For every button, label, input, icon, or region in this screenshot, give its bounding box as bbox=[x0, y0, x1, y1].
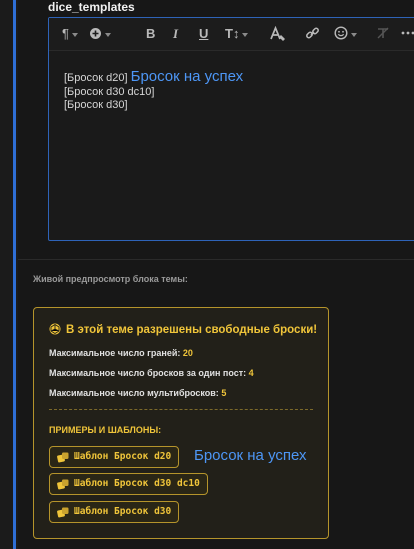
preview-label: Живой предпросмотр блока темы: bbox=[33, 274, 188, 284]
row-label: Максимальное число граней: bbox=[49, 348, 181, 358]
rich-text-editor[interactable]: ¶ B I U T↕ [Бросок d20] Бросок на успех … bbox=[48, 17, 414, 241]
panel-title: В этой теме разрешены свободные броски! bbox=[49, 323, 317, 336]
dice-pair-icon bbox=[57, 452, 69, 463]
paragraph-icon[interactable]: ¶ bbox=[62, 26, 78, 42]
row-label: Максимальное число мультибросков: bbox=[49, 388, 219, 398]
underline-icon[interactable]: U bbox=[199, 26, 208, 42]
chip-label: Шаблон Бросок d30 bbox=[74, 506, 172, 517]
template-chip-d30[interactable]: Шаблон Бросок d30 bbox=[49, 501, 180, 523]
template-chip-d20[interactable]: Шаблон Бросок d20 bbox=[49, 446, 180, 468]
row-value: 4 bbox=[248, 368, 254, 378]
template-chip-d30-dc10[interactable]: Шаблон Бросок d30 dc10 bbox=[49, 473, 208, 495]
editor-content[interactable]: [Бросок d20] Бросок на успех [Бросок d30… bbox=[64, 68, 244, 113]
field-title: dice_templates bbox=[48, 0, 135, 14]
emoji-icon[interactable] bbox=[334, 26, 357, 42]
bold-icon[interactable]: B bbox=[146, 26, 155, 42]
editor-line: [Бросок d20] Бросок на успех bbox=[64, 68, 244, 86]
plus-circle-icon[interactable] bbox=[89, 26, 111, 42]
chip-label: Шаблон Бросок d30 dc10 bbox=[74, 478, 200, 489]
dice-preview-panel: В этой теме разрешены свободные броски! … bbox=[33, 307, 329, 539]
row-value: 5 bbox=[221, 388, 227, 398]
text-size-icon[interactable]: T↕ bbox=[225, 26, 249, 42]
dashed-divider bbox=[49, 409, 313, 410]
dice-tag: [Бросок d20] bbox=[64, 72, 128, 84]
examples-heading: ПРИМЕРЫ И ШАБЛОНЫ: bbox=[49, 425, 162, 435]
limit-row-rolls: Максимальное число бросков за один пост:… bbox=[49, 368, 254, 378]
dice-label: Бросок на успех bbox=[130, 68, 244, 85]
more-icon[interactable] bbox=[401, 26, 414, 42]
text-size-label: T↕ bbox=[225, 26, 240, 41]
chip-extra-label: Бросок на успех bbox=[194, 447, 307, 464]
chip-label: Шаблон Бросок d20 bbox=[74, 451, 172, 462]
row-label: Максимальное число бросков за один пост: bbox=[49, 368, 247, 378]
clear-format-icon[interactable] bbox=[376, 26, 390, 42]
limit-row-faces: Максимальное число граней: 20 bbox=[49, 348, 193, 358]
row-value: 20 bbox=[182, 348, 193, 358]
link-icon[interactable] bbox=[305, 26, 320, 42]
text-color-icon[interactable] bbox=[269, 26, 287, 42]
dice-tag: [Бросок d30] bbox=[64, 99, 128, 111]
italic-icon[interactable]: I bbox=[173, 26, 178, 42]
left-rail bbox=[0, 0, 18, 549]
section-divider bbox=[18, 259, 414, 260]
editor-line: [Бросок d30 dc10] bbox=[64, 86, 243, 100]
dice-pair-icon bbox=[57, 507, 69, 518]
limit-row-multi: Максимальное число мультибросков: 5 bbox=[49, 388, 226, 398]
dice-pair-icon bbox=[57, 479, 69, 490]
panel-title-text: В этой теме разрешены свободные броски! bbox=[66, 324, 318, 336]
dice-icon bbox=[49, 323, 61, 335]
editor-line: [Бросок d30] bbox=[64, 99, 243, 113]
active-indicator bbox=[13, 0, 16, 549]
editor-toolbar: ¶ B I U T↕ bbox=[49, 18, 414, 51]
dice-tag: [Бросок d30 dc10] bbox=[64, 85, 155, 98]
